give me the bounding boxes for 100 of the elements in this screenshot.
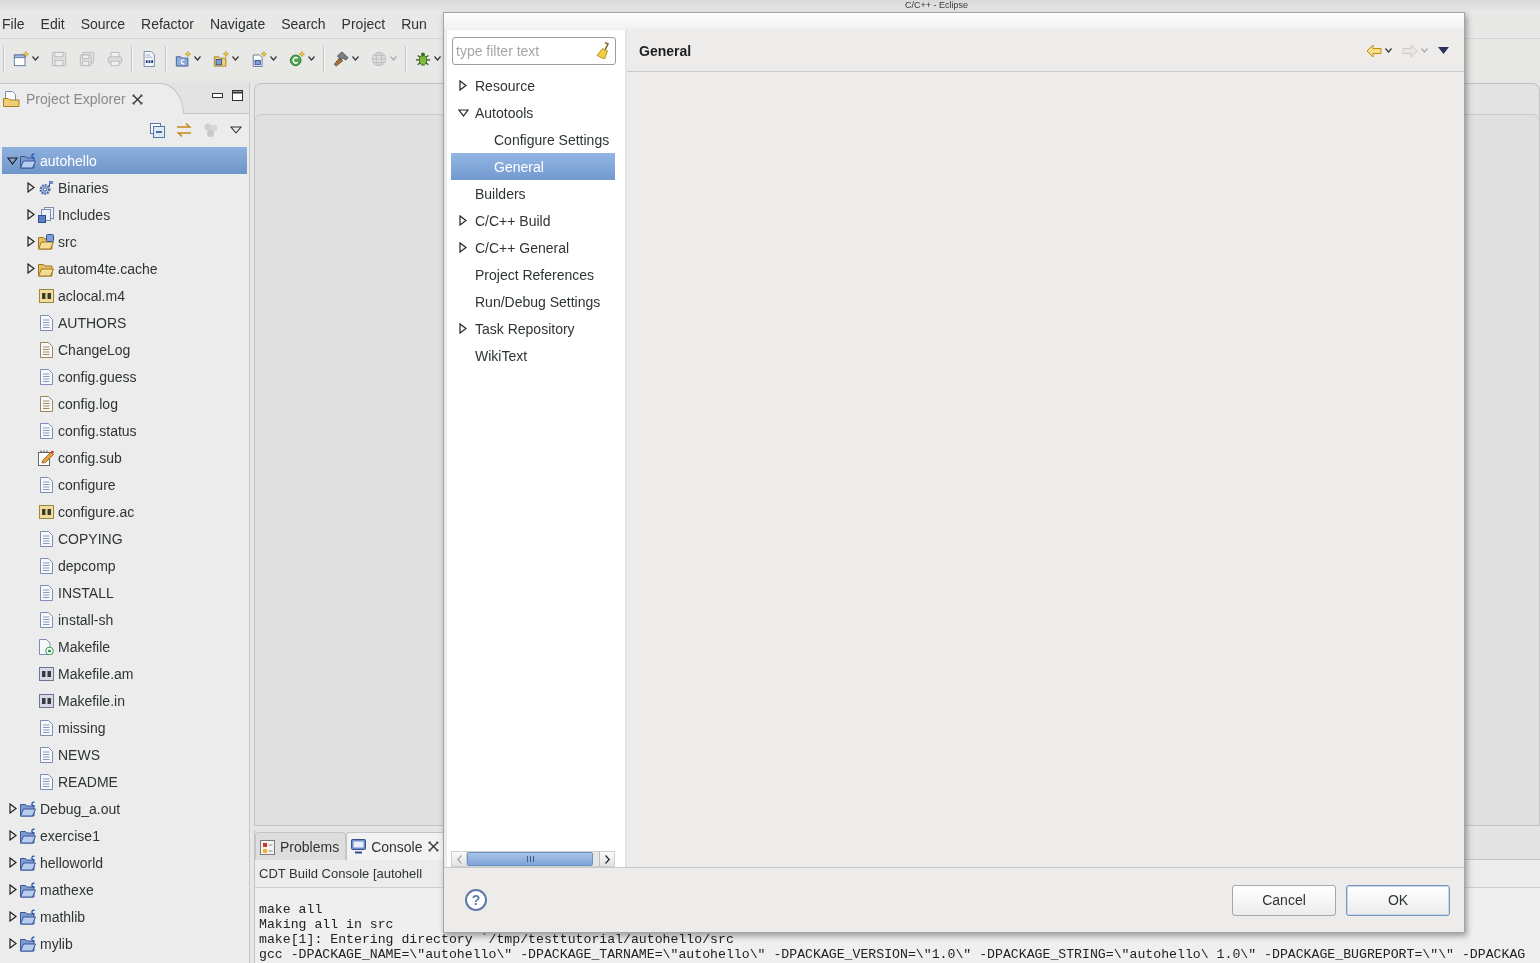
toolbar-button[interactable] [288, 48, 316, 69]
tree-item[interactable]: mathlib [2, 903, 247, 930]
view-toolbar-button[interactable] [148, 120, 166, 140]
clipboard-icon [260, 838, 275, 855]
tree-item[interactable]: configure.ac [2, 498, 247, 525]
tree-item[interactable]: Configure Settings [451, 126, 615, 153]
dialog-button[interactable]: OK [1346, 884, 1450, 916]
tree-item[interactable]: ChangeLog [2, 336, 247, 363]
tree-item[interactable]: exercise1 [2, 822, 247, 849]
expand-arrow-icon[interactable] [8, 884, 17, 895]
scrollbar-thumb[interactable] [467, 852, 593, 866]
expand-arrow-icon[interactable] [8, 857, 17, 868]
tree-item[interactable]: config.status [2, 417, 247, 444]
tree-item[interactable]: install-sh [2, 606, 247, 633]
document-icon [39, 557, 53, 574]
tree-item[interactable]: config.sub [2, 444, 247, 471]
tree-item[interactable]: COPYING [2, 525, 247, 552]
tree-item[interactable]: Debug_a.out [2, 795, 247, 822]
toolbar-button[interactable] [12, 48, 40, 69]
expand-arrow-icon[interactable] [26, 209, 35, 220]
tree-item[interactable]: depcomp [2, 552, 247, 579]
document-icon [39, 422, 53, 439]
dropdown-triangle-icon [1438, 47, 1449, 54]
tree-item[interactable]: Project References [451, 261, 615, 288]
tree-item[interactable]: NEWS [2, 741, 247, 768]
tree-item[interactable]: Makefile.in [2, 687, 247, 714]
menu-item[interactable]: Refactor [133, 13, 202, 35]
right-arrow-icon [1402, 43, 1418, 58]
document-icon [141, 50, 157, 67]
tree-item[interactable]: Includes [2, 201, 247, 228]
expand-arrow-icon[interactable] [8, 803, 17, 814]
expand-arrow-icon[interactable] [459, 80, 467, 91]
expand-arrow-icon[interactable] [8, 830, 17, 841]
tree-item[interactable]: Binaries [2, 174, 247, 201]
monitor-icon [351, 839, 367, 854]
tree-item[interactable]: AUTHORS [2, 309, 247, 336]
tree-item[interactable]: missing [2, 714, 247, 741]
menu-item[interactable]: Search [273, 13, 334, 35]
expand-arrow-icon[interactable] [8, 911, 17, 922]
expand-arrow-icon[interactable] [8, 938, 17, 949]
tree-item[interactable]: README [2, 768, 247, 795]
menu-item[interactable]: Source [72, 13, 134, 35]
expand-arrow-icon[interactable] [459, 215, 467, 226]
tree-item[interactable]: config.guess [2, 363, 247, 390]
view-tab[interactable]: Console [346, 832, 446, 860]
tree-item[interactable]: mylib [2, 930, 247, 957]
tree-item[interactable]: Builders [451, 180, 615, 207]
folder-sparkle-icon [175, 50, 191, 67]
tree-item[interactable]: Task Repository [451, 315, 615, 342]
tree-item[interactable]: WikiText [451, 342, 615, 369]
window-sparkle-icon [13, 50, 29, 67]
tree-item[interactable]: configure [2, 471, 247, 498]
menu-item[interactable]: Navigate [201, 13, 274, 35]
close-icon[interactable] [427, 841, 439, 852]
file-tile-icon [38, 666, 54, 681]
close-icon[interactable] [131, 93, 143, 105]
maximize-icon[interactable] [232, 90, 243, 101]
stacked-pages-icon [38, 206, 54, 223]
broom-icon[interactable] [596, 42, 610, 59]
tree-item[interactable]: mathexe [2, 876, 247, 903]
view-toolbar-button[interactable] [229, 124, 243, 136]
left-arrow-icon [1366, 43, 1382, 58]
menu-item[interactable]: Project [333, 13, 394, 35]
view-tab[interactable]: Problems [255, 832, 347, 860]
dialog-button[interactable]: Cancel [1232, 884, 1336, 916]
tree-item[interactable]: helloworld [2, 849, 247, 876]
folder-document-icon [3, 91, 20, 107]
filter-field[interactable]: type filter text [452, 37, 616, 65]
toolbar-button[interactable] [212, 48, 240, 69]
menu-item[interactable]: Edit [32, 13, 73, 35]
toolbar-button[interactable] [174, 48, 202, 69]
expand-arrow-icon[interactable] [459, 242, 467, 253]
expand-arrow-icon[interactable] [457, 108, 469, 117]
menu-item[interactable]: File [0, 13, 33, 35]
tree-item[interactable]: C/C++ General [451, 234, 615, 261]
help-button[interactable]: ? [465, 889, 487, 911]
toolbar-button[interactable] [332, 48, 360, 69]
tree-item[interactable]: INSTALL [2, 579, 247, 606]
minimize-icon[interactable] [212, 93, 223, 98]
expand-arrow-icon[interactable] [459, 323, 467, 334]
tree-item[interactable]: Resource [451, 72, 615, 99]
menu-item[interactable]: Run [393, 13, 435, 35]
toolbar-button[interactable] [250, 48, 278, 69]
expand-arrow-icon[interactable] [26, 236, 35, 247]
expand-arrow-icon[interactable] [26, 263, 35, 274]
tree-item[interactable]: autom4te.cache [2, 255, 247, 282]
tree-item[interactable]: aclocal.m4 [2, 282, 247, 309]
scroll-right-button[interactable] [599, 852, 614, 866]
tree-item[interactable]: Run/Debug Settings [451, 288, 615, 315]
expand-arrow-icon[interactable] [26, 182, 35, 193]
tree-item[interactable]: Makefile.am [2, 660, 247, 687]
tree-item[interactable]: Makefile [2, 633, 247, 660]
expand-arrow-icon[interactable] [7, 156, 18, 165]
nav-button[interactable] [1437, 45, 1450, 56]
toolbar-button[interactable] [140, 48, 158, 69]
console-line: make[1]: Entering directory `/tmp/testtutorial/autohello/src [259, 932, 735, 947]
tree-item[interactable]: src [2, 228, 247, 255]
tree-item[interactable]: Autotools [451, 99, 615, 126]
tree-item[interactable]: C/C++ Build [451, 207, 615, 234]
tree-item[interactable]: config.log [2, 390, 247, 417]
